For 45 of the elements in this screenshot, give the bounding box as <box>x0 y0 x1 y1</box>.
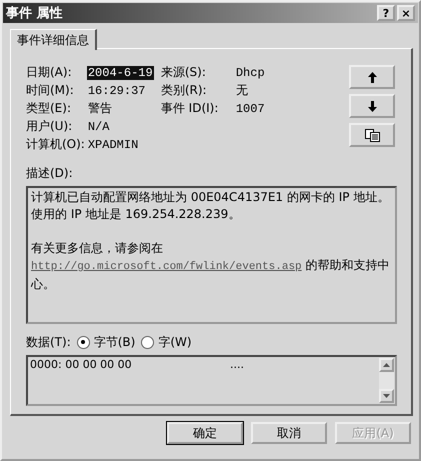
down-arrow-icon <box>368 100 376 112</box>
copy-icon <box>364 128 380 142</box>
radio-button[interactable] <box>141 336 154 348</box>
description-box[interactable]: 计算机已自动配置网络地址为 00E04C4137E1 的网卡的 IP 地址。 使用的 IP 地址是 169.254.228.239。 有关更多信息，请参阅在 http://go.microsoft.com/fwlink/events.asp 的帮助和支持中心。 <box>26 186 397 324</box>
radio-option[interactable]: 字节(B) <box>76 334 136 350</box>
field-label: 来源(S): <box>160 64 207 80</box>
dialog-button[interactable]: 取消 <box>251 422 327 444</box>
dialog-button[interactable]: 确定 <box>167 422 243 444</box>
radio-option[interactable]: 字(W) <box>141 334 192 350</box>
field-label: 日期(A): <box>26 64 73 80</box>
scroll-down-icon <box>383 394 390 398</box>
field-value[interactable]: 无 <box>234 84 249 98</box>
field-label: 类别(R): <box>160 82 208 98</box>
field-value[interactable]: 警告 <box>86 102 113 116</box>
field-value[interactable]: Dhcp <box>234 66 266 80</box>
copy-button[interactable] <box>349 123 395 147</box>
help-text: 有关更多信息，请参阅在 http://go.microsoft.com/fwlink/events.asp 的帮助和支持中心。 <box>31 240 390 293</box>
hex-data: 0000: 00 00 00 00 <box>30 358 133 373</box>
field-value[interactable]: 2004-6-19 <box>86 66 154 80</box>
description-text: 使用的 IP 地址是 169.254.228.239。 <box>31 206 242 223</box>
data-label: 数据(T): <box>26 334 71 350</box>
window-title: 事件 属性 <box>6 5 64 22</box>
ascii-data: .... <box>230 358 244 373</box>
scrollbar[interactable] <box>379 358 394 403</box>
data-box[interactable]: 0000: 00 00 00 00 .... <box>26 355 397 406</box>
help-link[interactable]: http://go.microsoft.com/fwlink/events.asp <box>31 261 302 273</box>
field-value[interactable]: 16:29:37 <box>86 84 146 98</box>
field-value[interactable]: 1007 <box>234 102 266 116</box>
field-value[interactable]: N/A <box>86 120 110 134</box>
description-label: 描述(D): <box>26 165 74 182</box>
field-label: 用户(U): <box>26 118 74 134</box>
next-button[interactable] <box>349 94 395 118</box>
field-label: 事件 ID(I): <box>160 100 220 116</box>
scroll-up-icon <box>383 363 390 367</box>
previous-button[interactable] <box>349 65 395 89</box>
field-label: 计算机(O): <box>26 136 85 152</box>
close-button[interactable]: × <box>397 5 415 21</box>
description-text: 计算机已自动配置网络地址为 00E04C4137E1 的网卡的 IP 地址。 <box>31 189 390 206</box>
field-value[interactable]: XPADMIN <box>86 138 140 152</box>
tab[interactable]: 事件详细信息 <box>10 29 97 50</box>
up-arrow-icon <box>368 72 376 82</box>
field-label: 时间(M): <box>26 82 75 98</box>
field-label: 类型(E): <box>26 100 72 116</box>
radio-button[interactable] <box>76 336 90 348</box>
help-button[interactable]: ? <box>377 5 395 21</box>
